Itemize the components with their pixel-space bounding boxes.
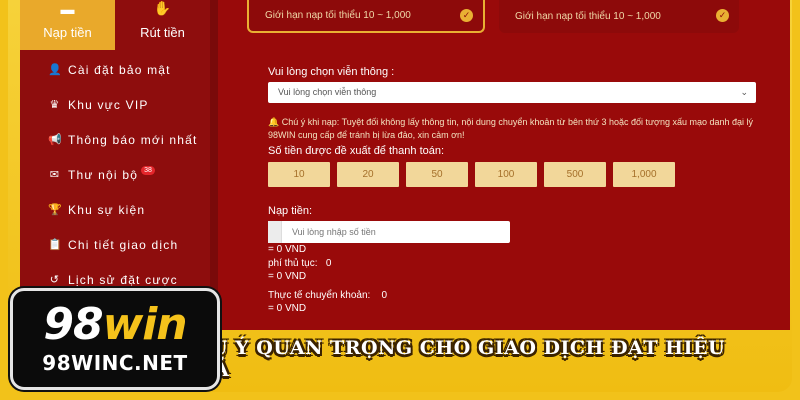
sidebar-item-label: Thư nội bộ [68,167,139,182]
sidebar-item-events[interactable]: 🏆 Khu sự kiện [20,192,210,227]
bell-icon: 🔔 [268,117,280,127]
fee-converted: = 0 VND [268,271,307,282]
sidebar-item-announcements[interactable]: 📢 Thông báo mới nhất [20,122,210,157]
history-icon: ↺ [49,274,61,286]
amount-button-20[interactable]: 20 [337,162,399,187]
user-lock-icon: 👤 [48,64,63,76]
amount-button-100[interactable]: 100 [475,162,537,187]
carrier-select[interactable]: Vui lòng chọn viễn thông ⌄ [268,82,756,103]
logo-domain: 98WINC.NET [42,351,188,375]
carrier-selected-value: Vui lòng chọn viễn thông [278,87,377,97]
sidebar-item-label: Lịch sử đặt cược [68,272,178,287]
deposit-limit-option-selected[interactable]: Giới hạn nạp tối thiểu 10 ~ 1,000 ✓ [247,0,485,33]
clipboard-icon: 📋 [48,239,63,251]
actual-transfer-converted: = 0 VND [268,303,307,314]
sidebar-item-transactions[interactable]: 📋 Chi tiết giao dịch [20,227,210,262]
sidebar-item-label: Khu sự kiện [68,202,146,217]
check-icon: ✓ [716,9,729,22]
sidebar-item-security[interactable]: 👤 Cài đặt bảo mật [20,52,210,87]
envelope-icon: ✉ [49,169,61,181]
sidebar-menu: 👤 Cài đặt bảo mật ♛ Khu vực VIP 📢 Thông … [20,52,210,297]
actual-transfer-value: 0 [381,290,387,301]
fee-row: phí thủ tục: 0 [268,258,331,269]
suggested-amounts: 10 20 50 100 500 1,000 [268,162,675,187]
deposit-panel: Giới hạn nạp tối thiểu 10 ~ 1,000 ✓ Giới… [218,0,790,330]
deposit-limit-option[interactable]: Giới hạn nạp tối thiểu 10 ~ 1,000 ✓ [499,0,739,33]
sidebar-item-vip[interactable]: ♛ Khu vực VIP [20,87,210,122]
inbox-count-badge: 38 [141,166,155,175]
trophy-icon: 🏆 [48,204,63,216]
actual-transfer-label: Thực tế chuyển khoản: [268,290,371,301]
wallet-icon: ▬ [60,1,75,17]
fee-value: 0 [325,258,332,269]
input-prefix [268,221,282,243]
check-icon: ✓ [460,9,473,22]
note-line-2: 98WIN cung cấp để tránh bị lừa đảo, xin … [268,130,465,140]
caption-banner: LƯU Ý QUAN TRỌNG CHO GIAO DỊCH ĐẠT HIỆU … [180,332,780,386]
deposit-amount-label: Nạp tiền: [268,205,313,217]
actual-transfer-row: Thực tế chuyển khoản: 0 [268,290,387,301]
megaphone-icon: 📢 [48,134,63,146]
suggested-amount-label: Số tiền được đề xuất để thanh toán: [268,145,445,157]
deposit-warning-note: 🔔 Chú ý khi nạp: Tuyệt đối không lấy thô… [268,116,758,142]
sidebar-item-label: Cài đặt bảo mật [68,62,171,77]
sidebar-item-label: Khu vực VIP [68,97,149,112]
deposit-amount-input[interactable] [282,221,510,243]
amount-button-500[interactable]: 500 [544,162,606,187]
chevron-down-icon: ⌄ [740,87,748,97]
logo-word: win [102,299,188,350]
limit-text: Giới hạn nạp tối thiểu 10 ~ 1,000 [515,11,661,22]
limit-text: Giới hạn nạp tối thiểu 10 ~ 1,000 [265,10,411,21]
logo-number: 98 [43,299,103,350]
tab-withdraw-label: Rút tiền [140,25,185,40]
tab-deposit[interactable]: ▬ Nạp tiền [20,0,115,50]
note-line-1: Chú ý khi nạp: Tuyệt đối không lấy thông… [281,117,754,127]
hand-money-icon: ✋ [153,0,172,16]
banner-text: LƯU Ý QUAN TRỌNG CHO GIAO DỊCH ĐẠT HIỆU … [180,337,726,381]
carrier-label: Vui lòng chọn viễn thông : [268,66,395,78]
deposit-converted: = 0 VND [268,244,307,255]
amount-button-1000[interactable]: 1,000 [613,162,675,187]
deposit-amount-field [268,221,510,243]
tab-deposit-label: Nạp tiền [43,25,92,40]
sidebar-item-label: Thông báo mới nhất [68,132,198,147]
sidebar-tabs: ▬ Nạp tiền ✋ Rút tiền [20,0,210,50]
sidebar-item-label: Chi tiết giao dịch [68,237,179,252]
fee-label: phí thủ tục: [268,258,318,269]
brand-logo: 98win 98WINC.NET [10,288,220,390]
app-screen: ▬ Nạp tiền ✋ Rút tiền 👤 Cài đặt bảo mật … [20,0,790,330]
tab-withdraw[interactable]: ✋ Rút tiền [115,0,210,50]
crown-icon: ♛ [49,99,61,111]
logo-wordmark: 98win [43,303,187,347]
amount-button-10[interactable]: 10 [268,162,330,187]
sidebar-item-inbox[interactable]: ✉ Thư nội bộ 38 [20,157,210,192]
sidebar: ▬ Nạp tiền ✋ Rút tiền 👤 Cài đặt bảo mật … [20,0,210,330]
amount-button-50[interactable]: 50 [406,162,468,187]
